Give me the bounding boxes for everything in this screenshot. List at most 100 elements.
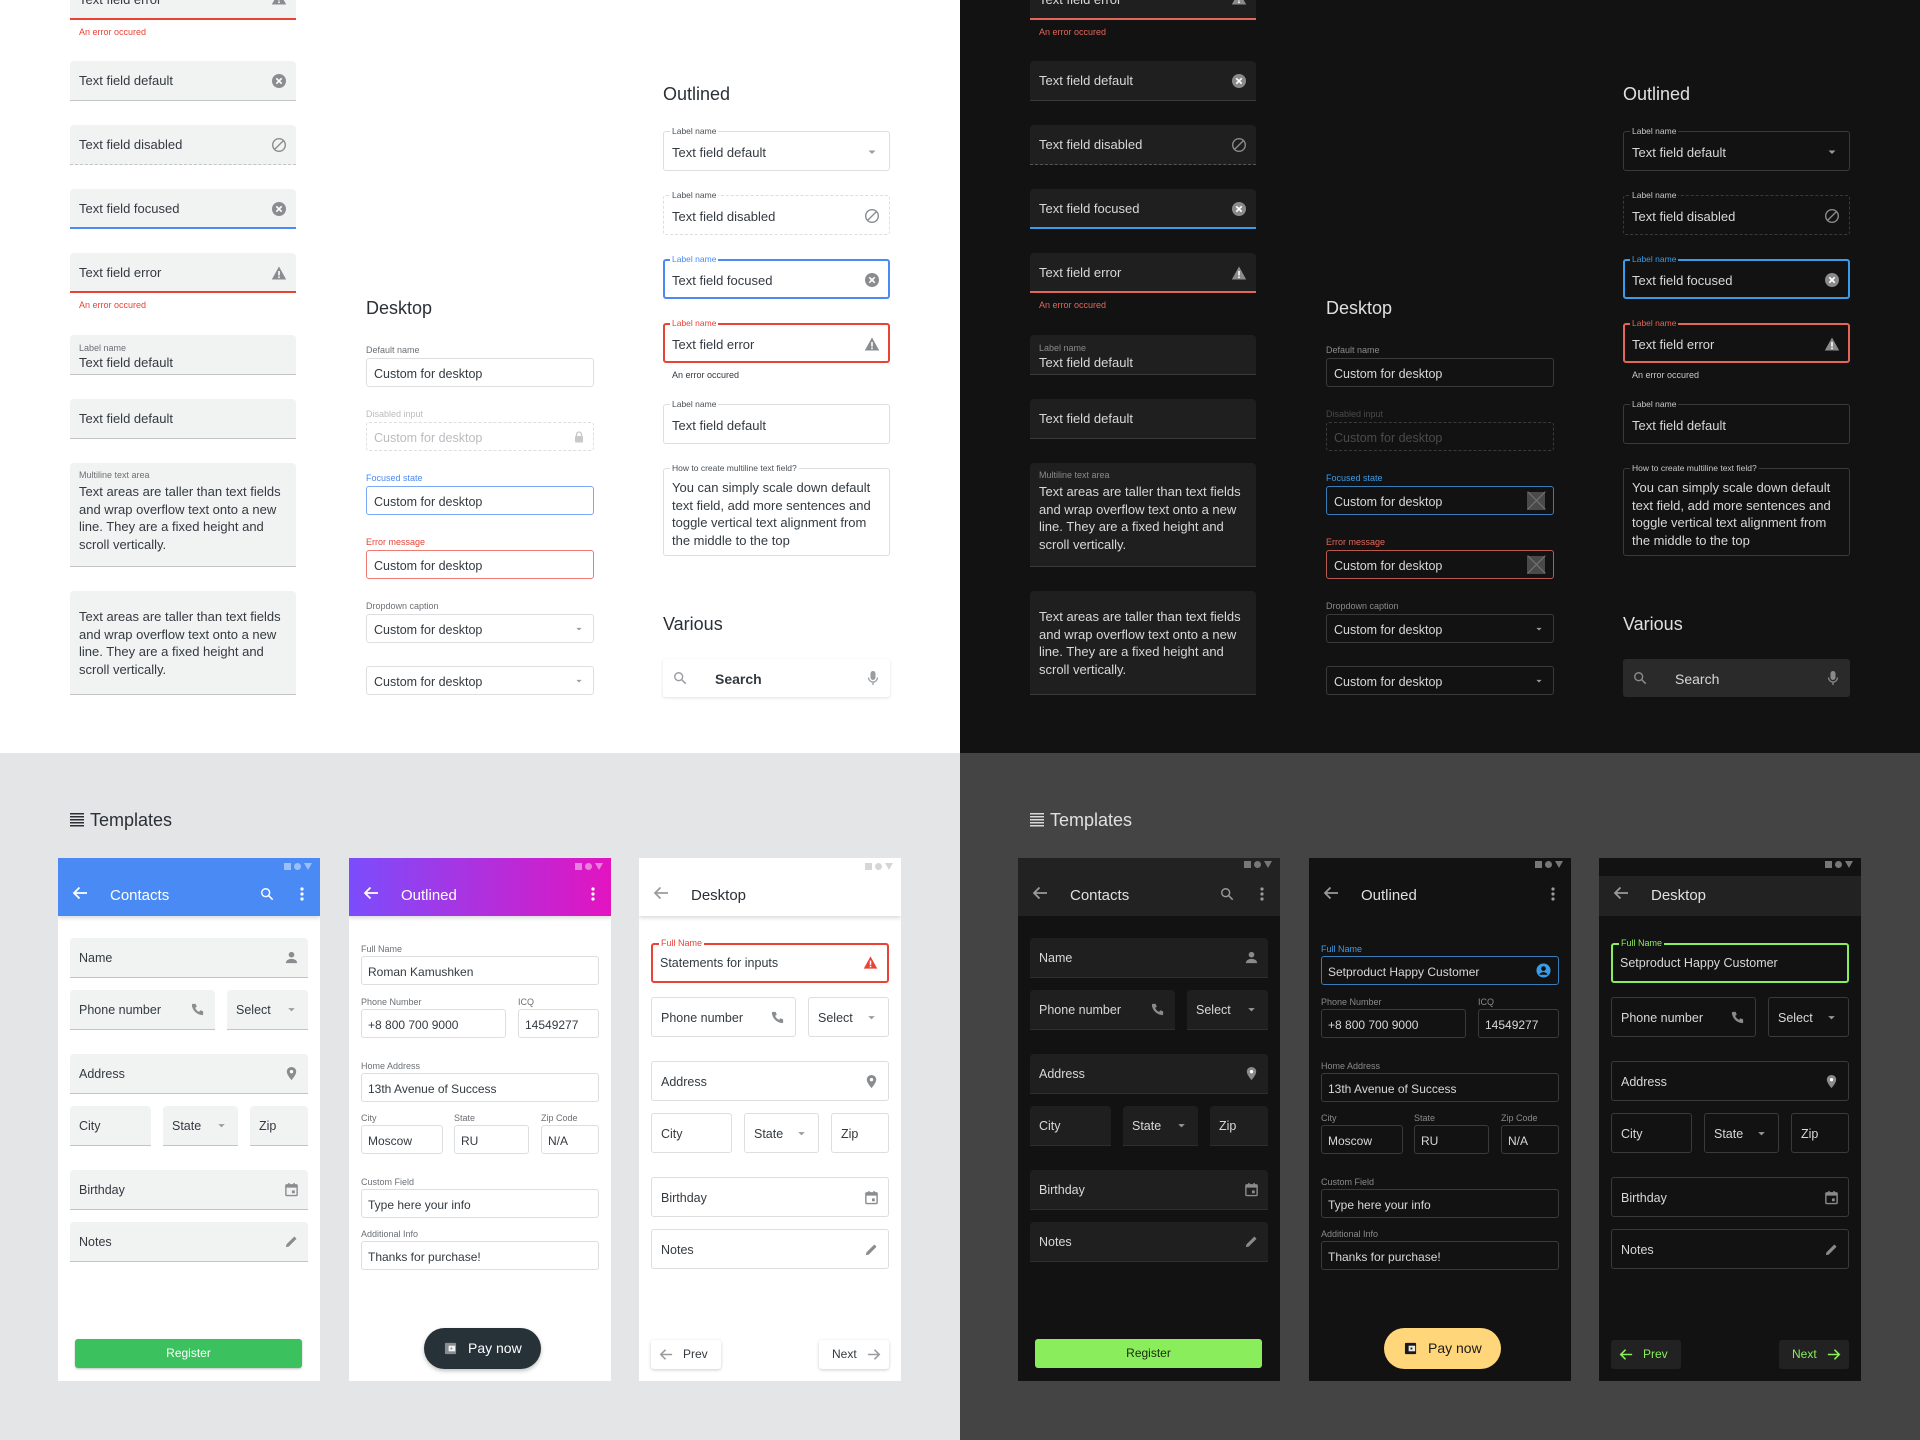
calendar-icon[interactable] [1824,1190,1839,1205]
full-name-input[interactable]: Roman Kamushken [361,956,599,985]
clear-icon[interactable] [864,272,880,288]
name-field[interactable]: Name [70,938,308,978]
state-input[interactable]: RU [454,1125,529,1154]
desktop-dropdown-2[interactable]: Custom for desktop [1326,666,1554,695]
city-field[interactable]: City [651,1113,732,1153]
register-button[interactable]: Register [1035,1339,1262,1368]
icq-input[interactable]: 14549277 [518,1009,599,1038]
desktop-input-focused[interactable]: Custom for desktop [1326,486,1554,515]
back-arrow-icon[interactable] [363,886,379,900]
outlined-field-focused[interactable]: Label name Text field focused [1623,254,1850,299]
additional-info-input[interactable]: Thanks for purchase! [361,1241,599,1270]
pay-now-button[interactable]: Pay now [1384,1328,1501,1369]
zip-code-input[interactable]: N/A [1501,1125,1559,1154]
desktop-input-focused[interactable]: Custom for desktop [366,486,594,515]
microphone-icon[interactable] [1826,670,1840,686]
desktop-input-default[interactable]: Custom for desktop [366,358,594,387]
phone-field[interactable]: Phone number [70,990,215,1030]
state-dropdown[interactable]: State [1123,1106,1198,1146]
search-bar[interactable]: Search [1623,659,1850,697]
name-field[interactable]: Name [1030,938,1268,978]
back-arrow-icon[interactable] [1613,886,1629,900]
zip-field[interactable]: Zip [250,1106,308,1146]
phone-input[interactable]: +8 800 700 9000 [361,1009,506,1038]
outlined-field-error[interactable]: Label name Text field error [1623,318,1850,363]
birthday-field[interactable]: Birthday [651,1177,889,1217]
additional-info-input[interactable]: Thanks for purchase! [1321,1241,1559,1270]
back-arrow-icon[interactable] [1032,886,1048,900]
select-dropdown[interactable]: Select [808,997,889,1037]
filled-field-default[interactable]: Text field default [70,61,296,101]
outlined-dropdown-default[interactable]: Label name Text field default [1623,126,1850,171]
home-address-input[interactable]: 13th Avenue of Success [1321,1073,1559,1102]
filled-field-labeled[interactable]: Label name Text field default [70,335,296,375]
address-field[interactable]: Address [1030,1054,1268,1094]
select-dropdown[interactable]: Select [1187,990,1268,1030]
filled-field-labeled[interactable]: Label name Text field default [1030,335,1256,375]
more-vert-icon[interactable] [591,887,595,901]
full-name-input[interactable]: Setproduct Happy Customer [1321,956,1559,985]
custom-field-input[interactable]: Type here your info [1321,1189,1559,1218]
search-icon[interactable] [260,887,274,901]
zip-field[interactable]: Zip [831,1113,889,1153]
more-vert-icon[interactable] [1260,887,1264,901]
outlined-field-default[interactable]: Label name Text field default [663,399,890,444]
phone-field[interactable]: Phone number [651,997,796,1037]
filled-textarea[interactable]: Text areas are taller than text fields a… [1030,591,1256,695]
clear-icon[interactable] [1231,201,1247,217]
zip-code-input[interactable]: N/A [541,1125,599,1154]
select-dropdown[interactable]: Select [1768,997,1849,1037]
prev-button[interactable]: Prev [1611,1340,1681,1369]
full-name-success-field[interactable]: Full Name Setproduct Happy Customer [1611,938,1849,983]
next-button[interactable]: Next [819,1340,889,1369]
clear-icon[interactable] [271,73,287,89]
state-dropdown[interactable]: State [744,1113,819,1153]
desktop-dropdown[interactable]: Custom for desktop [1326,614,1554,643]
calendar-icon[interactable] [1244,1182,1259,1197]
state-input[interactable]: RU [1414,1125,1489,1154]
back-arrow-icon[interactable] [653,886,669,900]
full-name-error-field[interactable]: Full Name Statements for inputs [651,938,889,983]
address-field[interactable]: Address [1611,1061,1849,1101]
custom-field-input[interactable]: Type here your info [361,1189,599,1218]
desktop-input-error[interactable]: Custom for desktop [366,550,594,579]
back-arrow-icon[interactable] [72,886,88,900]
microphone-icon[interactable] [866,670,880,686]
desktop-dropdown-2[interactable]: Custom for desktop [366,666,594,695]
phone-field[interactable]: Phone number [1611,997,1756,1037]
prev-button[interactable]: Prev [651,1340,721,1369]
filled-field-error[interactable]: Text field error [1030,253,1256,293]
calendar-icon[interactable] [864,1190,879,1205]
filled-textarea-labeled[interactable]: Multiline text area Text areas are talle… [1030,463,1256,567]
desktop-dropdown[interactable]: Custom for desktop [366,614,594,643]
city-field[interactable]: City [1611,1113,1692,1153]
more-vert-icon[interactable] [300,887,304,901]
filled-field-focused[interactable]: Text field focused [1030,189,1256,229]
outlined-textarea[interactable]: How to create multiline text field? You … [663,463,890,556]
home-address-input[interactable]: 13th Avenue of Success [361,1073,599,1102]
filled-field-error-top[interactable]: Text field error [1030,0,1256,20]
search-icon[interactable] [1220,887,1234,901]
next-button[interactable]: Next [1779,1340,1849,1369]
city-field[interactable]: City [70,1106,151,1146]
filled-textarea[interactable]: Text areas are taller than text fields a… [70,591,296,695]
clear-icon[interactable] [1824,272,1840,288]
birthday-field[interactable]: Birthday [1030,1170,1268,1210]
state-dropdown[interactable]: State [1704,1113,1779,1153]
outlined-field-focused[interactable]: Label name Text field focused [663,254,890,299]
filled-field-plain[interactable]: Text field default [1030,399,1256,439]
filled-field-focused[interactable]: Text field focused [70,189,296,229]
select-dropdown[interactable]: Select [227,990,308,1030]
clear-icon[interactable] [271,201,287,217]
pay-now-button[interactable]: Pay now [424,1328,541,1369]
phone-field[interactable]: Phone number [1030,990,1175,1030]
filled-field-default[interactable]: Text field default [1030,61,1256,101]
state-dropdown[interactable]: State [163,1106,238,1146]
more-vert-icon[interactable] [1551,887,1555,901]
zip-field[interactable]: Zip [1791,1113,1849,1153]
outlined-textarea[interactable]: How to create multiline text field? You … [1623,463,1850,556]
desktop-input-default[interactable]: Custom for desktop [1326,358,1554,387]
clear-icon[interactable] [1231,73,1247,89]
address-field[interactable]: Address [70,1054,308,1094]
filled-field-error[interactable]: Text field error [70,253,296,293]
